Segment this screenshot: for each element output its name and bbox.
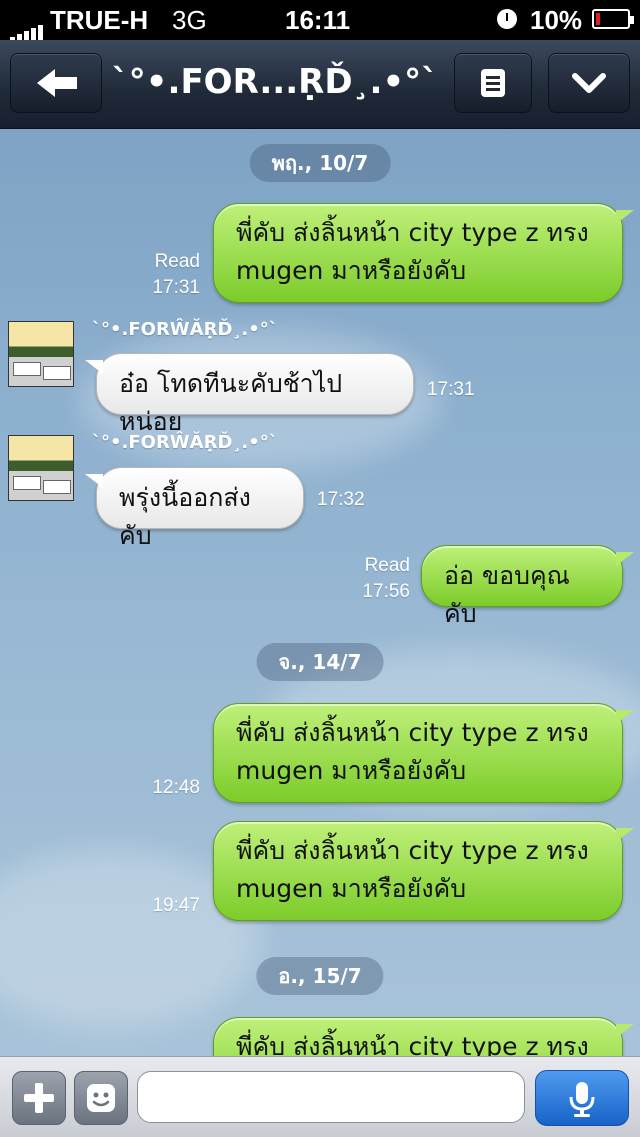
list-icon	[481, 69, 505, 97]
read-label: Read	[154, 251, 200, 272]
message-text: พี่คับ ส่งลิ้นหน้า city type z ทรง	[236, 836, 589, 865]
message-time: 17:31	[427, 379, 475, 400]
status-time: 16:11	[285, 5, 351, 35]
menu-button[interactable]	[454, 53, 532, 113]
outgoing-message[interactable]: พี่คับ ส่งลิ้นหน้า city type z ทรง	[213, 1017, 634, 1056]
add-attachment-button[interactable]	[12, 1071, 66, 1125]
outgoing-message[interactable]: พี่คับ ส่งลิ้นหน้า city type z ทรง mugen…	[213, 821, 634, 921]
message-text: mugen มาหรือยังคับ	[236, 874, 467, 903]
chevron-down-icon	[572, 73, 606, 93]
more-options-button[interactable]	[548, 53, 630, 113]
message-time: 12:48	[152, 777, 200, 798]
read-receipt: Read 17:31	[152, 249, 200, 301]
smiley-icon	[87, 1084, 115, 1112]
voice-message-button[interactable]	[535, 1070, 629, 1126]
sender-name: `°•.FORŴĂṚĎ¸.•°`	[92, 432, 278, 453]
left-arrow-icon	[37, 69, 77, 97]
plus-icon	[24, 1083, 54, 1113]
chat-title: `°•.FOR...ṚĎ¸.•°`	[111, 62, 439, 102]
read-label: Read	[364, 555, 410, 576]
avatar[interactable]	[8, 321, 74, 387]
sender-name: `°•.FORŴĂṚĎ¸.•°`	[92, 319, 278, 340]
message-time: 17:32	[317, 489, 365, 510]
battery-percent: 10%	[530, 5, 583, 35]
message-text: พี่คับ ส่งลิ้นหน้า city type z ทรง	[236, 1032, 589, 1056]
incoming-message[interactable]: อ๋อ โทดทีนะคับช้าไปหน่อย	[85, 353, 414, 436]
network-label: 3G	[172, 5, 207, 35]
message-input[interactable]	[137, 1071, 525, 1123]
message-text: อ๋อ โทดทีนะคับช้าไปหน่อย	[119, 369, 343, 436]
date-separator: จ., 14/7	[256, 643, 384, 681]
message-text: อ่อ ขอบคุณคับ	[444, 561, 570, 628]
outgoing-message[interactable]: อ่อ ขอบคุณคับ	[421, 545, 634, 628]
sticker-button[interactable]	[74, 1071, 128, 1125]
outgoing-message[interactable]: พี่คับ ส่งลิ้นหน้า city type z ทรง mugen…	[213, 203, 634, 303]
alarm-clock-icon	[497, 9, 517, 29]
message-toolbar	[0, 1056, 640, 1137]
microphone-icon	[569, 1082, 595, 1117]
message-time: 17:56	[362, 581, 410, 602]
date-separator: พฤ., 10/7	[249, 144, 391, 182]
status-bar: TRUE-H 3G 16:11 10%	[0, 0, 640, 43]
battery-low-icon	[592, 9, 634, 29]
carrier-label: TRUE-H	[50, 5, 149, 35]
incoming-message[interactable]: พรุ่งนี้ออกส่งคับ	[85, 467, 304, 550]
outgoing-message[interactable]: พี่คับ ส่งลิ้นหน้า city type z ทรง mugen…	[213, 703, 634, 803]
message-time: 19:47	[152, 895, 200, 916]
message-time: 17:31	[152, 277, 200, 298]
chat-header: `°•.FOR...ṚĎ¸.•°`	[0, 40, 640, 129]
date-separator: อ., 15/7	[256, 957, 384, 995]
back-button[interactable]	[10, 53, 102, 113]
signal-bars-icon	[10, 12, 45, 43]
message-text: พรุ่งนี้ออกส่งคับ	[119, 483, 251, 550]
read-receipt: Read 17:56	[362, 553, 410, 605]
message-text: mugen มาหรือยังคับ	[236, 256, 467, 285]
message-text: พี่คับ ส่งลิ้นหน้า city type z ทรง	[236, 718, 589, 747]
avatar[interactable]	[8, 435, 74, 501]
chat-area[interactable]: พฤ., 10/7 Read 17:31 พี่คับ ส่งลิ้นหน้า …	[0, 129, 640, 1056]
message-text: พี่คับ ส่งลิ้นหน้า city type z ทรง	[236, 218, 589, 247]
message-text: mugen มาหรือยังคับ	[236, 756, 467, 785]
